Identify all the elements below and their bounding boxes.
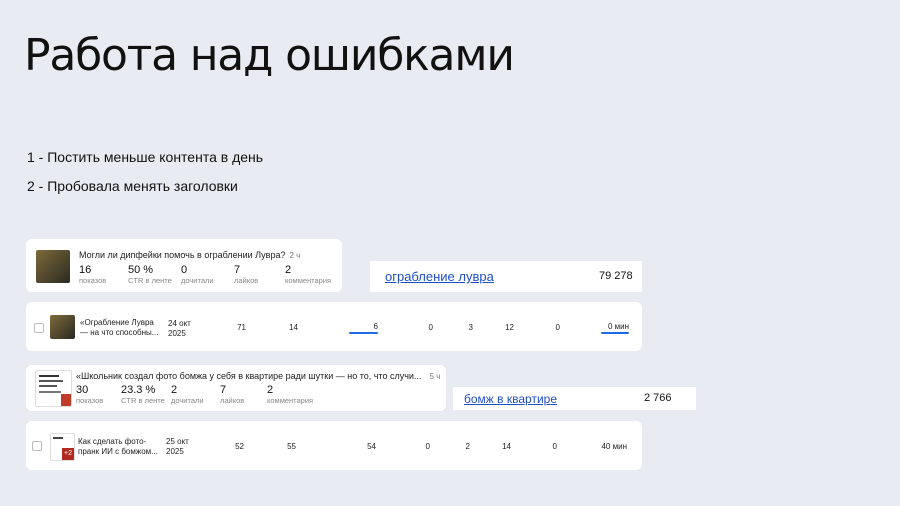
stat-comments: 2 комментария (285, 264, 332, 285)
row-cell: 6 (373, 322, 378, 331)
post-age: 5 ч (429, 372, 441, 381)
stat-comments: 2 комментария (267, 384, 314, 405)
row-progress-bar (601, 332, 629, 334)
stat-read: 0 дочитали (181, 264, 214, 285)
row-checkbox[interactable] (34, 323, 44, 333)
row-date: 25 окт 2025 (166, 437, 189, 456)
row-cell: 0 мин (607, 322, 629, 331)
row-cell: 14 (502, 442, 511, 451)
keyword-box-2: бомж в квартире 2 766 (453, 387, 696, 410)
row-title[interactable]: Как сделать фото-пранк ИИ с бомжом... (78, 437, 158, 457)
row-cell: 12 (505, 323, 514, 332)
stat-ctr: 23.3 % CTR в ленте (121, 384, 165, 405)
post-card-1[interactable]: Могли ли дипфейки помочь в ограблении Лу… (26, 239, 342, 292)
stat-ctr: 50 % CTR в ленте (128, 264, 172, 285)
post-title[interactable]: Могли ли дипфейки помочь в ограблении Лу… (79, 250, 300, 260)
stat-read: 2 дочитали (171, 384, 204, 405)
row-cell: 2 (465, 442, 470, 451)
point-2: 2 - Пробовала менять заголовки (27, 178, 238, 194)
row-cell: 54 (367, 442, 376, 451)
row-thumbnail (50, 315, 75, 339)
row-cell: 0 (425, 442, 430, 451)
row-checkbox[interactable] (32, 441, 42, 451)
table-row-2[interactable]: +2 Как сделать фото-пранк ИИ с бомжом...… (26, 421, 642, 470)
row-cell: 52 (235, 442, 244, 451)
post-title[interactable]: «Школьник создал фото бомжа у себя в ква… (76, 371, 440, 381)
row-title[interactable]: «Ограбление Лувра — на что способны... (80, 318, 158, 338)
post-age: 2 ч (289, 251, 301, 260)
point-1: 1 - Постить меньше контента в день (27, 149, 264, 165)
post-thumbnail (35, 370, 72, 407)
keyword-link[interactable]: ограбление лувра (385, 269, 494, 284)
row-thumbnail: +2 (50, 433, 75, 461)
row-cell: 0 (555, 323, 560, 332)
stat-likes: 7 лайков (220, 384, 245, 405)
row-cell: 14 (289, 323, 298, 332)
keyword-box-1: ограбление лувра 79 278 (370, 261, 642, 292)
keyword-count: 2 766 (644, 392, 672, 404)
table-row-1[interactable]: «Ограбление Лувра — на что способны... 24… (26, 302, 642, 351)
row-cell: 0 (552, 442, 557, 451)
stat-views: 16 показов (79, 264, 107, 285)
stat-views: 30 показов (76, 384, 104, 405)
keyword-count: 79 278 (599, 270, 633, 282)
row-cell: 40 мин (601, 442, 627, 451)
row-progress-bar (349, 332, 378, 334)
row-cell: 0 (428, 323, 433, 332)
post-thumbnail (36, 250, 70, 283)
slide-title: Работа над ошибками (24, 30, 515, 81)
row-date: 24 окт 2025 (168, 319, 191, 338)
keyword-link[interactable]: бомж в квартире (464, 392, 557, 406)
thumbnail-badge: +2 (62, 448, 74, 460)
row-cell: 3 (468, 323, 473, 332)
stat-likes: 7 лайков (234, 264, 259, 285)
row-cell: 55 (287, 442, 296, 451)
row-cell: 71 (237, 323, 246, 332)
post-card-2[interactable]: «Школьник создал фото бомжа у себя в ква… (26, 365, 446, 411)
